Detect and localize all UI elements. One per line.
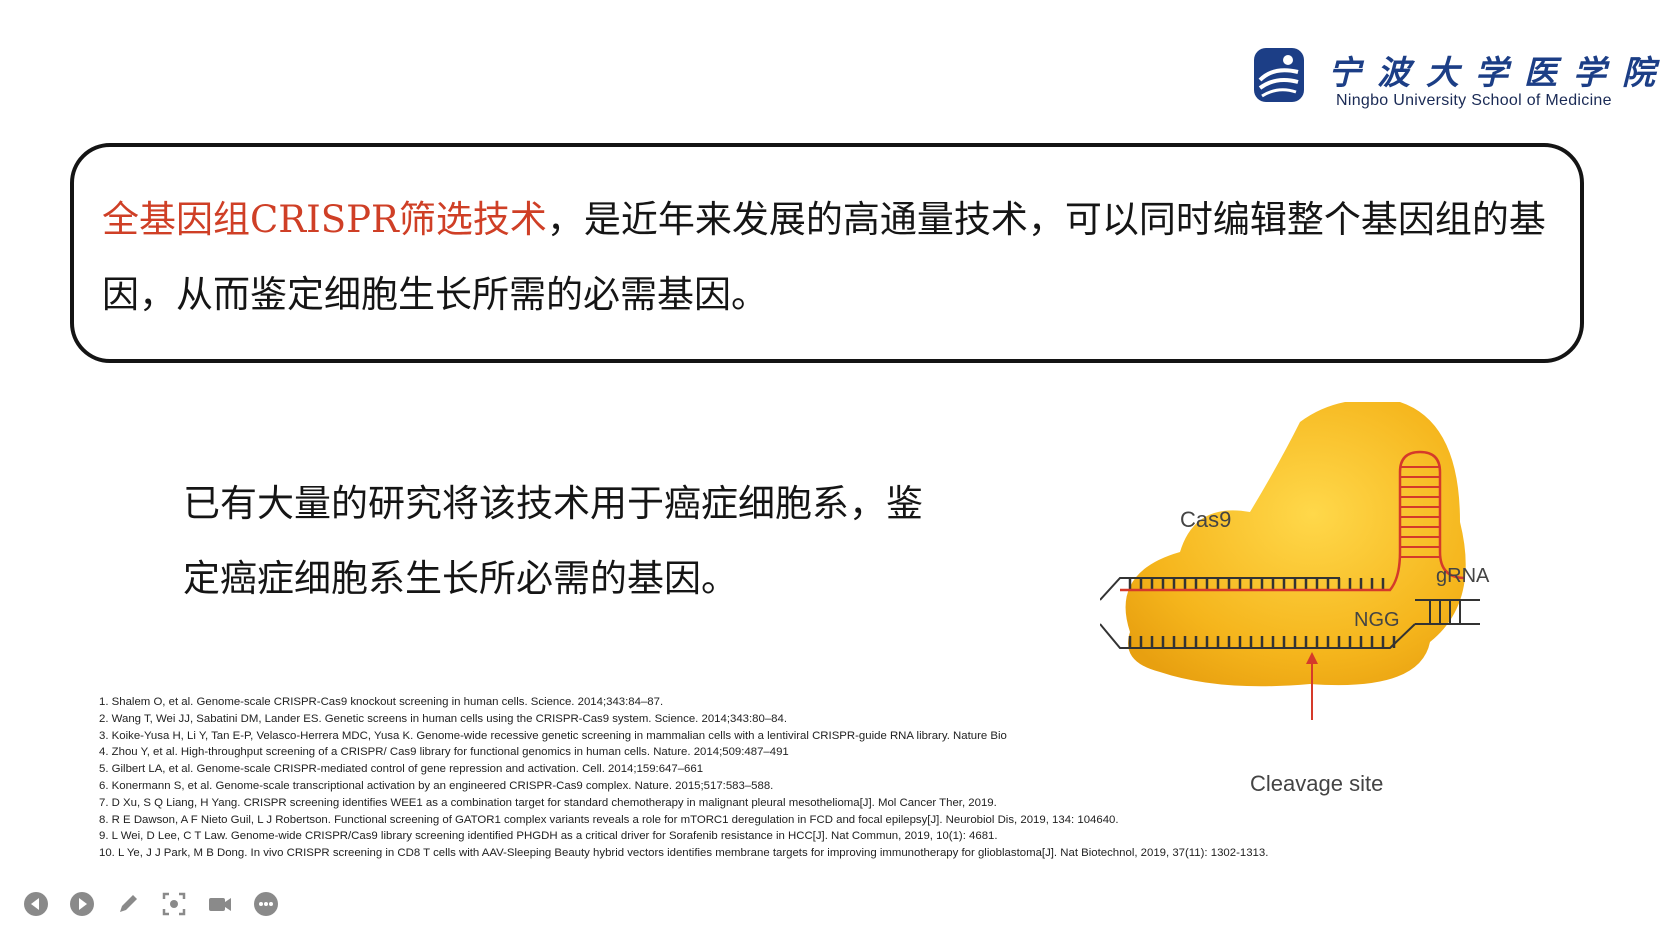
reference-item: 6. Konermann S, et al. Genome-scale tran… <box>99 779 774 792</box>
definition-callout-box: 全基因组CRISPR筛选技术，是近年来发展的高通量技术，可以同时编辑整个基因组的… <box>70 143 1584 363</box>
pen-tool-button[interactable] <box>114 890 142 918</box>
previous-slide-icon <box>24 892 48 916</box>
zoom-icon <box>162 892 186 916</box>
definition-text: 全基因组CRISPR筛选技术，是近年来发展的高通量技术，可以同时编辑整个基因组的… <box>102 182 1572 332</box>
pen-icon <box>120 895 137 912</box>
reference-item: 9. L Wei, D Lee, C T Law. Genome-wide CR… <box>99 830 998 843</box>
more-options-button[interactable] <box>252 890 280 918</box>
reference-item: 4. Zhou Y, et al. High-throughput screen… <box>99 746 789 759</box>
reference-item: 8. R E Dawson, A F Nieto Guil, L J Rober… <box>99 813 1119 826</box>
next-slide-icon <box>70 892 94 916</box>
previous-slide-button[interactable] <box>22 890 50 918</box>
university-logo: 宁波大学医学院 Ningbo University School of Medi… <box>1252 42 1655 114</box>
cas9-label: Cas9 <box>1180 507 1231 532</box>
reference-item: 3. Koike-Yusa H, Li Y, Tan E-P, Velasco-… <box>99 729 1007 742</box>
reference-item: 5. Gilbert LA, et al. Genome-scale CRISP… <box>99 763 704 776</box>
grna-label: gRNA <box>1436 565 1490 587</box>
zoom-button[interactable] <box>160 890 188 918</box>
references-list: 1. Shalem O, et al. Genome-scale CRISPR-… <box>99 694 1399 862</box>
logo-english-name: Ningbo University School of Medicine <box>1336 92 1612 109</box>
ngg-label: NGG <box>1354 609 1400 631</box>
highlighted-term: 全基因组CRISPR筛选技术 <box>102 198 547 241</box>
reference-item: 10. L Ye, J J Park, M B Dong. In vivo CR… <box>99 847 1269 860</box>
presentation-toolbar <box>22 890 280 922</box>
camera-icon <box>209 898 231 911</box>
more-options-icon <box>254 892 278 916</box>
body-paragraph: 已有大量的研究将该技术用于癌症细胞系，鉴定癌症细胞系生长所必需的基因。 <box>183 482 923 600</box>
next-slide-button[interactable] <box>68 890 96 918</box>
reference-item: 1. Shalem O, et al. Genome-scale CRISPR-… <box>99 696 664 708</box>
slide: 宁波大学医学院 Ningbo University School of Medi… <box>0 0 1674 946</box>
camera-button[interactable] <box>206 890 234 918</box>
university-emblem-icon <box>1254 48 1304 102</box>
logo-chinese-name: 宁波大学医学院 <box>1328 53 1671 92</box>
reference-item: 2. Wang T, Wei JJ, Sabatini DM, Lander E… <box>99 712 787 725</box>
reference-item: 7. D Xu, S Q Liang, H Yang. CRISPR scree… <box>99 796 997 809</box>
